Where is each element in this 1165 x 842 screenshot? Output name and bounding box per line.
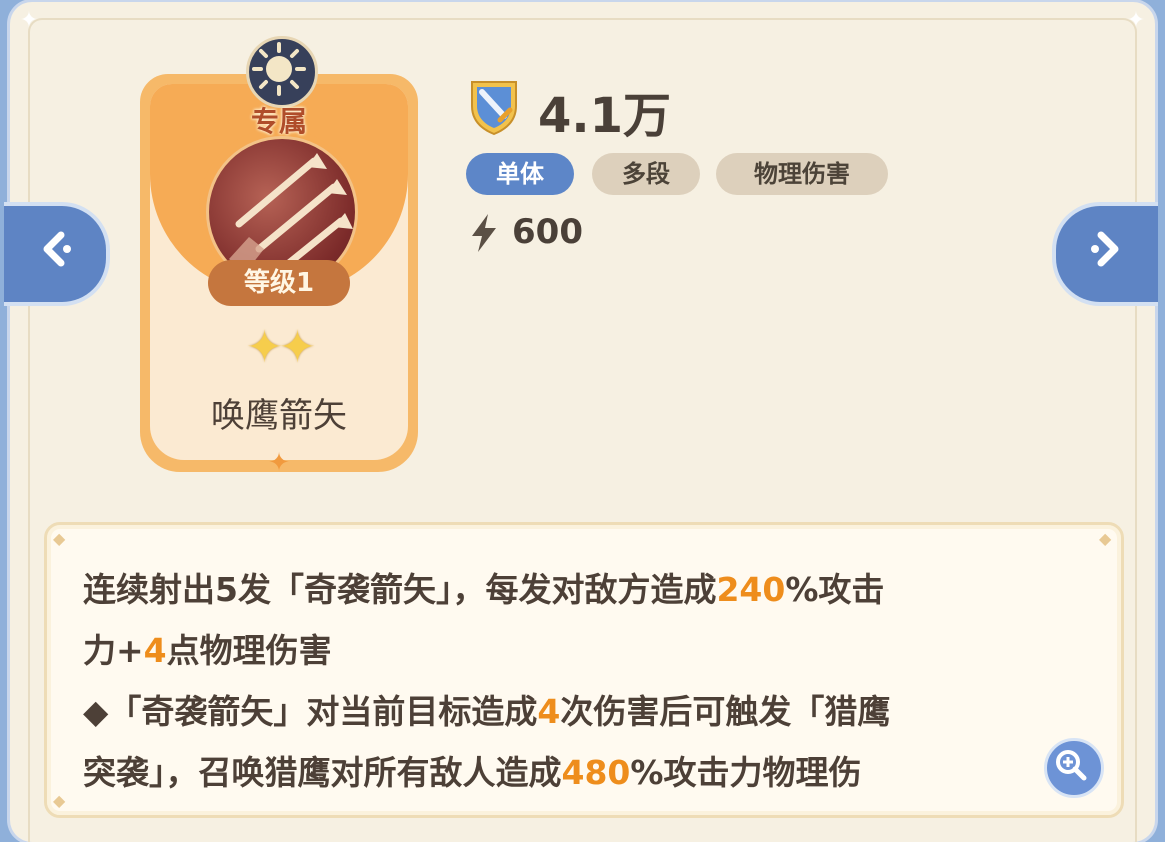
exclusive-label: 专属: [250, 105, 307, 138]
tag-single-target: 单体: [466, 153, 574, 195]
desc-text-segment: 点物理伤害: [166, 631, 332, 670]
chevron-right-icon: [1085, 227, 1129, 281]
gem-decoration-icon: ✦: [268, 448, 290, 478]
corner-star-icon: ✦: [19, 8, 39, 33]
desc-text-segment: 力+: [83, 631, 144, 670]
level-badge: 等级1: [208, 260, 350, 306]
corner-diamond-icon: ◆: [53, 529, 66, 548]
skill-card: 专属 等级1 ✦✦ 唤鹰箭矢 ✦: [140, 36, 418, 484]
tag-multi-hit: 多段: [592, 153, 700, 195]
desc-text-segment: ◆「奇袭箭矢」对当前目标造成: [83, 692, 538, 731]
next-skill-button[interactable]: [1052, 202, 1158, 306]
chevron-left-icon: [33, 227, 77, 281]
skill-description-box[interactable]: ◆ ◆ ◆ 连续射出5发「奇袭箭矢」，每发对敌方造成240%攻击 力+4点物理伤…: [44, 522, 1124, 818]
corner-star-icon: ✦: [1126, 8, 1146, 33]
energy-cost: 600: [512, 212, 583, 252]
desc-text-segment: %攻击: [785, 570, 885, 609]
skill-description-text: 连续射出5发「奇袭箭矢」，每发对敌方造成240%攻击 力+4点物理伤害 ◆「奇袭…: [83, 559, 1083, 803]
desc-text-segment: 突袭」，召唤猎鹰对所有敌人造成: [83, 753, 562, 792]
desc-text-segment: 连续射出5发「奇袭箭矢」，每发对敌方造成: [83, 570, 717, 609]
sword-shield-icon: [466, 76, 522, 136]
desc-highlight-value: 4: [537, 692, 561, 731]
star-rating: ✦✦: [246, 322, 316, 373]
zoom-in-button[interactable]: [1044, 738, 1104, 798]
corner-diamond-icon: ◆: [1099, 529, 1112, 548]
tag-physical-damage: 物理伤害: [716, 153, 888, 195]
desc-highlight-value: 4: [143, 631, 167, 670]
skill-name: 唤鹰箭矢: [211, 396, 347, 436]
desc-text-segment: 次伤害后可触发「猎鹰: [560, 692, 891, 731]
desc-highlight-value: 240: [716, 570, 786, 609]
desc-highlight-value: 480: [561, 753, 631, 792]
sun-icon: [246, 36, 318, 108]
corner-diamond-icon: ◆: [53, 791, 66, 810]
prev-skill-button[interactable]: [4, 202, 110, 306]
combat-power-value: 4.1万: [538, 88, 672, 144]
desc-text-segment: %攻击力物理伤: [630, 753, 862, 792]
lightning-icon: [470, 214, 498, 252]
